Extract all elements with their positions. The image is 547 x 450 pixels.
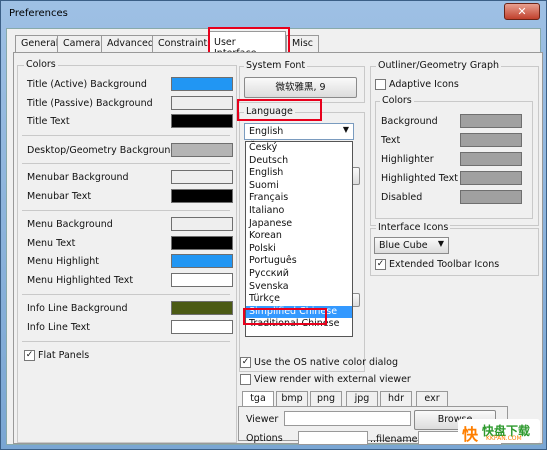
watermark-url: KKPAN.COM	[486, 435, 522, 442]
outliner-title: Outliner/Geometry Graph	[376, 60, 502, 71]
tab-camera[interactable]: Camera	[57, 35, 107, 52]
color-swatch-title-passive[interactable]	[171, 96, 233, 110]
color-label-title-text: Title Text	[27, 116, 70, 127]
interface-icons-title: Interface Icons	[376, 222, 451, 233]
highlight-box-simplified-chinese	[243, 308, 327, 325]
outliner-swatch-highlighted-text[interactable]	[460, 171, 522, 185]
separator	[22, 163, 230, 164]
language-option[interactable]: Français	[246, 192, 352, 205]
color-label-menubar-background: Menubar Background	[27, 172, 129, 183]
highlight-box-language	[237, 99, 322, 121]
separator	[22, 341, 230, 342]
native-color-checkbox[interactable]: ✓	[240, 357, 251, 368]
tab-hdr[interactable]: hdr	[380, 391, 412, 406]
language-select[interactable]: English ▼	[244, 123, 354, 140]
outliner-swatch-highlighter[interactable]	[460, 152, 522, 166]
language-option[interactable]: Polski	[246, 243, 352, 256]
color-label-menu-background: Menu Background	[27, 219, 113, 230]
tab-tga[interactable]: tga	[242, 391, 274, 406]
color-swatch-title-active[interactable]	[171, 77, 233, 91]
language-selected-value: English	[249, 126, 284, 137]
color-label-info-line-text: Info Line Text	[27, 322, 91, 333]
color-swatch-menu-background[interactable]	[171, 217, 233, 231]
adaptive-icons-label: Adaptive Icons	[389, 79, 459, 90]
tab-exr[interactable]: exr	[416, 391, 448, 406]
outliner-label-text: Text	[381, 135, 401, 146]
outliner-swatch-disabled[interactable]	[460, 190, 522, 204]
user-interface-pane: Colors Title (Active) Background Title (…	[13, 52, 543, 445]
outliner-label-disabled: Disabled	[381, 192, 423, 203]
outliner-colors-title: Colors	[380, 95, 414, 106]
tab-jpg[interactable]: jpg	[346, 391, 378, 406]
color-swatch-menu-highlighted-text[interactable]	[171, 273, 233, 287]
system-font-title: System Font	[244, 60, 308, 71]
color-label-menubar-text: Menubar Text	[27, 191, 92, 202]
color-swatch-menu-text[interactable]	[171, 236, 233, 250]
title-bar[interactable]: Preferences ✕	[1, 1, 546, 27]
tab-misc[interactable]: Misc	[286, 35, 320, 52]
flat-panels-checkbox[interactable]: ✓	[24, 350, 35, 361]
filename-label: ..filename..	[370, 434, 424, 445]
outliner-label-highlighted-text: Highlighted Text	[381, 173, 458, 184]
color-swatch-menubar-background[interactable]	[171, 170, 233, 184]
color-swatch-info-line-background[interactable]	[171, 301, 233, 315]
extended-toolbar-label: Extended Toolbar Icons	[389, 259, 500, 270]
flat-panels-label: Flat Panels	[38, 350, 90, 361]
color-swatch-menubar-text[interactable]	[171, 189, 233, 203]
tab-bmp[interactable]: bmp	[276, 391, 308, 406]
color-label-title-active: Title (Active) Background	[27, 79, 147, 90]
language-option[interactable]: English	[246, 167, 352, 180]
language-option[interactable]: Korean	[246, 230, 352, 243]
language-option[interactable]: Türkçe	[246, 293, 352, 306]
watermark-mark-icon: 快	[462, 425, 479, 444]
language-option[interactable]: Italiano	[246, 205, 352, 218]
outliner-label-background: Background	[381, 116, 438, 127]
color-label-info-line-background: Info Line Background	[27, 303, 128, 314]
language-option[interactable]: Svenska	[246, 281, 352, 294]
color-label-desktop-background: Desktop/Geometry Background	[27, 145, 177, 156]
preferences-window: Preferences ✕ General Camera Advanced Co…	[0, 0, 547, 450]
interface-icons-selected-value: Blue Cube	[379, 240, 428, 251]
options-label: Options	[246, 433, 283, 444]
extended-toolbar-checkbox[interactable]: ✓	[375, 259, 386, 270]
language-option[interactable]: Suomi	[246, 180, 352, 193]
color-label-menu-highlighted-text: Menu Highlighted Text	[27, 275, 134, 286]
outliner-swatch-text[interactable]	[460, 133, 522, 147]
color-swatch-title-text[interactable]	[171, 114, 233, 128]
window-title: Preferences	[9, 8, 68, 19]
language-option[interactable]: Český	[246, 142, 352, 155]
color-swatch-info-line-text[interactable]	[171, 320, 233, 334]
interface-icons-select[interactable]: Blue Cube ▼	[374, 237, 449, 254]
system-font-button[interactable]: 微软雅黑, 9	[244, 77, 357, 98]
adaptive-icons-checkbox[interactable]	[375, 79, 386, 90]
color-label-menu-text: Menu Text	[27, 238, 76, 249]
outliner-swatch-background[interactable]	[460, 114, 522, 128]
viewer-input[interactable]	[284, 411, 411, 426]
separator	[22, 135, 230, 136]
outliner-label-highlighter: Highlighter	[381, 154, 434, 165]
colors-group-title: Colors	[24, 59, 58, 70]
language-option[interactable]: Deutsch	[246, 155, 352, 168]
external-viewer-checkbox[interactable]	[240, 374, 251, 385]
language-option[interactable]: Japanese	[246, 218, 352, 231]
color-swatch-desktop-background[interactable]	[171, 143, 233, 157]
close-button[interactable]: ✕	[504, 3, 540, 20]
separator	[22, 210, 230, 211]
tab-png[interactable]: png	[310, 391, 342, 406]
color-label-title-passive: Title (Passive) Background	[27, 98, 153, 109]
options-input[interactable]	[298, 431, 368, 445]
native-color-label: Use the OS native color dialog	[254, 357, 398, 368]
watermark-logo: 快 快盘下载 KKPAN.COM	[458, 419, 540, 444]
dialog-client: General Camera Advanced Constraints User…	[6, 27, 543, 445]
language-option[interactable]: Русский	[246, 268, 352, 281]
external-viewer-label: View render with external viewer	[254, 374, 411, 385]
language-option[interactable]: Português	[246, 255, 352, 268]
chevron-down-icon: ▼	[437, 239, 444, 248]
viewer-label: Viewer	[246, 414, 279, 425]
color-label-menu-highlight: Menu Highlight	[27, 256, 99, 267]
separator	[22, 294, 230, 295]
color-swatch-menu-highlight[interactable]	[171, 254, 233, 268]
chevron-down-icon: ▼	[342, 125, 349, 134]
